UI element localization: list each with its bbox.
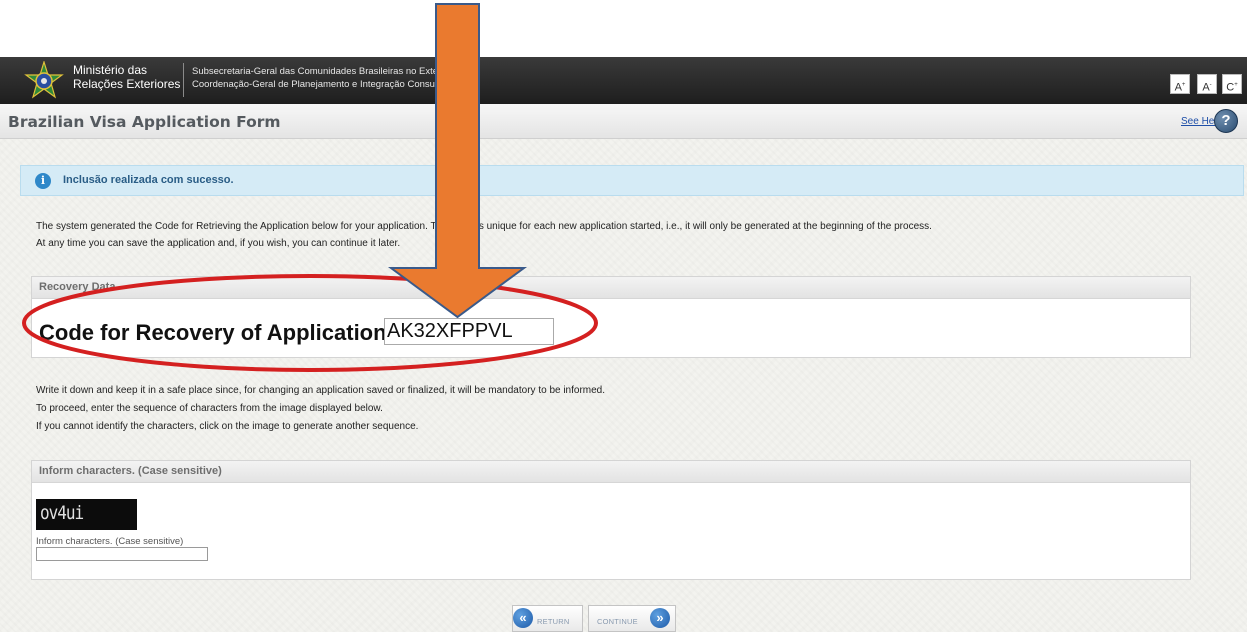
form-title-bar: Brazilian Visa Application Form See Help…: [0, 104, 1247, 139]
subsec-line-1: Subsecretaria-Geral das Comunidades Bras…: [192, 66, 452, 77]
intro-line-2: At any time you can save the application…: [36, 238, 401, 249]
help-icon[interactable]: ?: [1214, 109, 1238, 133]
continue-button-label: CONTINUE: [597, 617, 638, 626]
font-decrease-label: A: [1202, 81, 1210, 94]
page-background: Ministério das Relações Exteriores Subse…: [0, 0, 1247, 632]
captcha-panel-header: Inform characters. (Case sensitive): [32, 461, 1190, 483]
font-increase-button[interactable]: A+: [1170, 74, 1190, 94]
recovery-panel-title: Recovery Data: [39, 281, 116, 293]
info-icon: i: [35, 173, 51, 189]
captcha-image-text: ov4ui: [40, 501, 84, 524]
header-divider: [183, 63, 184, 97]
recovery-code-label: Code for Recovery of Application: [39, 320, 387, 345]
captcha-panel: Inform characters. (Case sensitive) ov4u…: [31, 460, 1191, 580]
subsec-line-2: Coordenação-Geral de Planejamento e Inte…: [192, 79, 446, 90]
recovery-data-panel: Recovery Data Code for Recovery of Appli…: [31, 276, 1191, 358]
recovery-code-field[interactable]: AK32XFPPVL: [384, 318, 554, 345]
success-notice: i Inclusão realizada com sucesso.: [20, 165, 1244, 196]
instruction-line-2: To proceed, enter the sequence of charac…: [36, 403, 383, 414]
site-header: Ministério das Relações Exteriores Subse…: [0, 57, 1247, 104]
ministry-line-2: Relações Exteriores: [73, 77, 181, 91]
subsecretariat-text: Subsecretaria-Geral das Comunidades Bras…: [192, 65, 477, 91]
font-decrease-button[interactable]: A-: [1197, 74, 1217, 94]
continue-arrow-icon: »: [650, 608, 670, 628]
notice-text: Inclusão realizada com sucesso.: [63, 174, 234, 186]
top-blank-area: [0, 0, 1247, 57]
instruction-line-3: If you cannot identify the characters, c…: [36, 421, 419, 432]
font-reset-button[interactable]: C+: [1222, 74, 1242, 94]
captcha-image[interactable]: ov4ui: [36, 499, 137, 530]
return-button[interactable]: « RETURN: [512, 605, 583, 632]
captcha-field-label: Inform characters. (Case sensitive): [36, 536, 184, 547]
return-button-label: RETURN: [537, 617, 570, 626]
font-increase-label: A: [1174, 81, 1182, 94]
ministry-line-1: Ministério das: [73, 63, 148, 77]
continue-button[interactable]: CONTINUE »: [588, 605, 676, 632]
captcha-panel-title: Inform characters. (Case sensitive): [39, 465, 222, 477]
page-title: Brazilian Visa Application Form: [8, 113, 281, 131]
intro-line-1: The system generated the Code for Retrie…: [36, 221, 932, 232]
captcha-input[interactable]: [36, 547, 208, 561]
instruction-line-1: Write it down and keep it in a safe plac…: [36, 385, 606, 396]
recovery-panel-header: Recovery Data: [32, 277, 1190, 299]
return-arrow-icon: «: [513, 608, 533, 628]
brazil-coat-of-arms-icon: [24, 61, 64, 99]
ministry-name: Ministério das Relações Exteriores: [73, 63, 180, 91]
